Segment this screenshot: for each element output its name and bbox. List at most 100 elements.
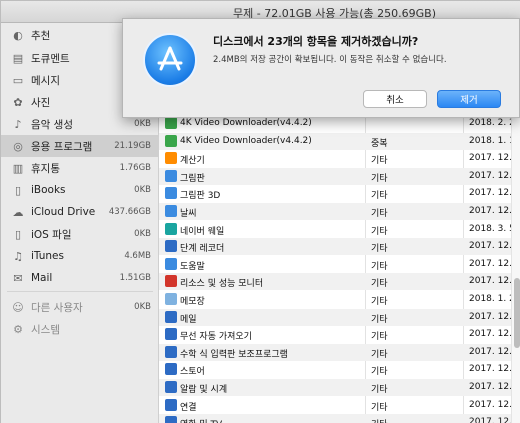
app-kind: 기타 (371, 385, 388, 395)
app-icon (165, 363, 177, 376)
table-row[interactable]: 그림판 3D기타2017. 12. 23 (159, 185, 520, 202)
sidebar-item-label: 추천 (31, 29, 51, 42)
remove-confirm-dialog: 디스크에서 23개의 항목을 제거하겠습니까? 2.4MB의 저장 공간이 확보… (122, 18, 520, 118)
sidebar-item[interactable]: ▯ iOS 파일 0KB (1, 223, 159, 245)
app-name: 네이버 웨일 (180, 226, 225, 237)
sidebar-item[interactable]: ⚙ 시스템 (1, 318, 159, 340)
table-row[interactable]: 연결기타2017. 12. 23 (159, 397, 520, 414)
sidebar-item-label: iOS 파일 (31, 228, 72, 241)
app-name: 도움말 (180, 261, 205, 272)
app-icon (165, 240, 177, 253)
trash-icon: ▥ (12, 161, 24, 175)
app-kind: 기타 (371, 297, 388, 307)
user-icon: ☺ (12, 300, 24, 314)
app-kind: 기타 (371, 314, 388, 325)
remove-button[interactable]: 제거 (437, 90, 501, 108)
app-kind: 기타 (371, 417, 388, 423)
app-kind: 기타 (371, 261, 388, 272)
app-name: 수학 식 입력판 보조프로그램 (180, 349, 288, 360)
table-row[interactable]: 계산기기타2017. 12. 23 (159, 150, 520, 167)
table-row[interactable]: 4K Video Downloader(v4.4.2) 중복 2018. 1. 11… (159, 132, 520, 150)
photos-icon: ✿ (13, 95, 23, 109)
table-row[interactable]: 영화 및 TV기타2017. 12. 23 (159, 414, 520, 423)
app-kind: 기타 (371, 191, 388, 202)
app-kind: 기타 (371, 226, 388, 237)
sidebar-item-label: 메시지 (31, 74, 60, 87)
app-icon (165, 345, 177, 358)
cancel-button[interactable]: 취소 (363, 90, 427, 108)
applications-icon: ◎ (13, 139, 23, 153)
app-icon (165, 310, 177, 323)
app-icon (165, 117, 177, 129)
music-icon: ♫ (13, 249, 23, 263)
app-name: 무선 자동 가져오기 (180, 332, 252, 343)
app-icon (165, 328, 177, 341)
sidebar-item-size: 0KB (134, 302, 151, 312)
app-icon (165, 381, 177, 393)
dialog-message: 2.4MB의 저장 공간이 확보됩니다. 이 동작은 취소할 수 없습니다. (213, 55, 447, 65)
sidebar-item[interactable]: ◎ 응용 프로그램 21.19GB (1, 135, 159, 157)
table-row[interactable]: 무선 자동 가져오기기타2017. 12. 21 (159, 326, 520, 343)
app-name: 날씨 (180, 209, 197, 219)
table-row[interactable]: 리소스 및 성능 모니터기타2017. 12. 23 (159, 273, 520, 291)
guitar-icon: ♪ (14, 117, 22, 131)
app-store-icon (143, 33, 197, 87)
sidebar-item-size: 4.6MB (124, 251, 151, 261)
app-kind: 기타 (371, 279, 388, 290)
books-icon: ▯ (14, 183, 22, 197)
table-row[interactable]: 네이버 웨일기타2018. 3. 5. 2 (159, 221, 520, 238)
app-kind: 중복 (371, 138, 388, 149)
table-row[interactable]: 수학 식 입력판 보조프로그램기타2017. 12. 23 (159, 343, 520, 361)
scroll-thumb[interactable] (514, 278, 520, 348)
app-name: 그림판 (180, 173, 205, 184)
sidebar-item[interactable]: ☺ 다른 사용자 0KB (1, 296, 159, 318)
table-row[interactable]: 스토어기타2017. 12. 23 (159, 361, 520, 378)
table-row[interactable]: 날씨기타2017. 12. 23 (159, 203, 520, 220)
sidebar-item-label: iCloud Drive (31, 206, 96, 218)
sidebar-item[interactable]: ♫ iTunes 4.6MB (1, 245, 159, 267)
sidebar-item[interactable]: ✉ Mail 1.51GB (1, 267, 159, 289)
app-icon (165, 187, 177, 200)
app-icon (165, 222, 177, 235)
app-icon (165, 134, 177, 147)
sidebar-item[interactable]: ☁ iCloud Drive 437.66GB (1, 201, 159, 223)
app-icon (165, 257, 177, 270)
app-icon (165, 398, 177, 411)
sidebar-item-label: iTunes (31, 250, 64, 262)
app-name: 리소스 및 성능 모니터 (180, 279, 264, 290)
app-name: 메일 (180, 314, 197, 325)
app-icon (165, 205, 177, 217)
table-row[interactable]: 도움말기타2017. 12. 23 (159, 256, 520, 273)
sidebar-item[interactable]: ▥ 휴지통 1.76GB (1, 157, 159, 179)
table-row[interactable]: 알람 및 시계기타2017. 12. 23 (159, 379, 520, 396)
sidebar-item[interactable]: ▯ iBooks 0KB (1, 179, 159, 201)
table-row[interactable]: 메일기타2017. 12. 23 (159, 308, 520, 326)
sidebar-item-size: 1.51GB (119, 273, 151, 283)
sidebar-item-label: Mail (31, 272, 53, 284)
app-kind: 기타 (371, 402, 388, 413)
app-icon (165, 416, 177, 423)
app-name: 영화 및 TV (180, 417, 222, 423)
table-row[interactable]: 단계 레코더기타2017. 12. 23 (159, 238, 520, 256)
sidebar-item-size: 21.19GB (114, 141, 151, 151)
lightbulb-icon: ◐ (13, 28, 23, 42)
mail-icon: ✉ (13, 271, 23, 285)
sidebar-item-label: 시스템 (31, 323, 60, 336)
app-name: 계산기 (180, 156, 205, 167)
app-kind: 기타 (371, 173, 388, 184)
cloud-icon: ☁ (12, 205, 24, 219)
app-kind: 기타 (371, 209, 388, 219)
app-icon (165, 152, 177, 165)
app-icon (165, 293, 177, 305)
sidebar-item-size: 0KB (134, 119, 151, 129)
app-name: 단계 레코더 (180, 244, 225, 255)
sidebar-item-label: 도큐멘트 (31, 52, 70, 65)
phone-icon: ▯ (14, 227, 22, 241)
app-kind: 기타 (371, 156, 388, 167)
table-row[interactable]: 메모장 기타 2018. 1. 22. (159, 291, 520, 308)
app-name: 그림판 3D (180, 191, 221, 202)
table-row[interactable]: 그림판기타2017. 12. 23 (159, 167, 520, 185)
app-name: 메모장 (180, 297, 205, 307)
sidebar-item-label: 휴지통 (31, 162, 60, 175)
app-name: 4K Video Downloader(v4.4.2) (180, 118, 312, 128)
